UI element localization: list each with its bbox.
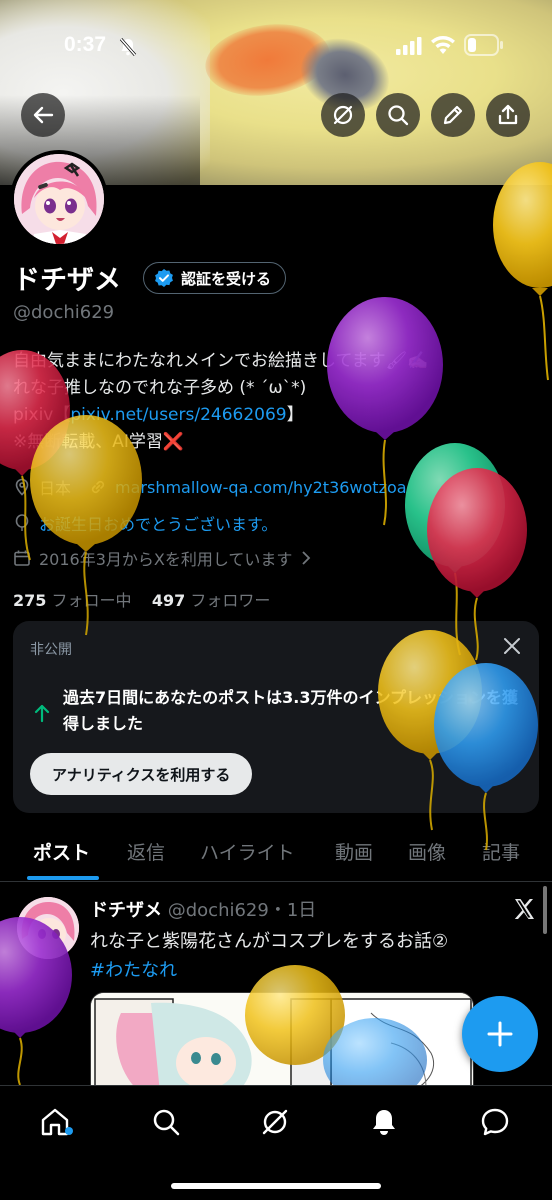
search-icon xyxy=(388,105,409,126)
x-logo-icon xyxy=(512,897,536,925)
tab-replies[interactable]: 返信 xyxy=(127,838,165,865)
back-button[interactable] xyxy=(21,93,65,137)
profile-location: 日本 xyxy=(39,479,72,498)
profile-bio: 自由気ままにわたなれメインでお絵描きしてます🖌✍🏻 れな子推しなのでれな子多め … xyxy=(13,348,552,456)
follow-stats: 275 フォロー中 497 フォロワー xyxy=(13,587,270,611)
nav-messages[interactable] xyxy=(475,1102,515,1142)
plus-icon xyxy=(487,1021,513,1047)
status-bar: 0:37 xyxy=(0,28,552,64)
profile-joined: 2016年3月からXを利用しています xyxy=(39,550,293,569)
battery-icon xyxy=(464,34,504,60)
tab-posts[interactable]: ポスト xyxy=(33,838,90,865)
wifi-icon xyxy=(430,35,456,59)
private-label: 非公開 xyxy=(30,642,72,658)
post-avatar[interactable] xyxy=(17,897,79,959)
followers-link[interactable]: 497 フォロワー xyxy=(152,591,271,610)
following-link[interactable]: 275 フォロー中 xyxy=(13,591,132,610)
post-text: れな子と紫陽花さんがコスプレをするお話② xyxy=(90,931,449,952)
following-label: フォロー中 xyxy=(51,591,132,610)
active-tab-indicator xyxy=(27,876,99,880)
messages-icon xyxy=(481,1108,509,1136)
bio-line-1: 自由気ままにわたなれメインでお絵描きしてます🖌✍🏻 xyxy=(13,351,429,371)
search-icon xyxy=(153,1109,180,1136)
bio-pixiv-prefix: pixiv【 xyxy=(13,405,71,425)
following-count: 275 xyxy=(13,591,47,610)
silent-bell-icon xyxy=(118,37,138,61)
link-icon xyxy=(91,480,105,494)
tab-videos[interactable]: 動画 xyxy=(335,838,373,865)
nav-grok[interactable] xyxy=(255,1102,295,1142)
nav-notifications[interactable] xyxy=(364,1102,404,1142)
profile-name: ドチザメ xyxy=(13,265,121,296)
grok-icon xyxy=(262,1109,288,1135)
nav-home[interactable] xyxy=(35,1102,75,1142)
profile-joined-row[interactable]: 2016年3月からXを利用しています xyxy=(13,546,312,570)
chevron-right-icon xyxy=(302,551,311,565)
bio-pixiv-link[interactable]: pixiv.net/users/24662069 xyxy=(70,405,286,425)
post-hashtag[interactable]: #わたなれ xyxy=(90,956,448,985)
profile-website-link[interactable]: marshmallow-qa.com/hy2t36wotzoa xyxy=(115,478,407,497)
compose-post-button[interactable] xyxy=(462,996,538,1072)
post-header: ドチザメ @dochi629・1日 xyxy=(90,896,316,922)
close-icon xyxy=(504,638,520,654)
home-indicator[interactable] xyxy=(171,1183,381,1189)
share-button[interactable] xyxy=(486,93,530,137)
search-button[interactable] xyxy=(376,93,420,137)
profile-avatar[interactable] xyxy=(10,150,108,248)
cell-signal-icon xyxy=(396,37,422,59)
bio-pixiv-suffix: 】 xyxy=(286,405,304,425)
bio-line-3: pixiv【pixiv.net/users/24662069】 xyxy=(13,402,552,429)
calendar-icon xyxy=(14,550,30,566)
balloon-icon xyxy=(15,514,29,531)
share-icon xyxy=(498,104,518,125)
edit-icon xyxy=(443,105,463,125)
profile-birthday-row: お誕生日おめでとうございます。 xyxy=(13,511,277,535)
profile-tabs: ポスト 返信 ハイライト 動画 画像 記事 xyxy=(0,826,552,882)
notifications-icon xyxy=(373,1110,395,1135)
grok-button[interactable] xyxy=(321,93,365,137)
post-author-name[interactable]: ドチザメ xyxy=(90,900,162,921)
get-verified-label: 認証を受ける xyxy=(181,269,272,288)
followers-count: 497 xyxy=(151,591,186,610)
profile-meta-row: 日本 marshmallow-qa.com/hy2t36wotzoa xyxy=(13,475,407,499)
followers-label: フォロワー xyxy=(190,591,271,610)
back-arrow-icon xyxy=(33,106,54,124)
impressions-message: 過去7日間にあなたのポストは3.3万件のインプレッションを獲得しました xyxy=(63,688,518,733)
bio-line-4: ※無断転載、AI学習❌ xyxy=(13,432,185,452)
tab-media[interactable]: 画像 xyxy=(408,838,446,865)
close-card-button[interactable] xyxy=(503,637,521,659)
private-analytics-card: 非公開 過去7日間にあなたのポストは3.3万件のインプレッションを獲得しました … xyxy=(13,621,539,813)
post-body: れな子と紫陽花さんがコスプレをするお話② #わたなれ xyxy=(90,927,448,985)
verified-badge-icon xyxy=(155,269,173,287)
bio-line-2: れな子推しなのでれな子多め (* ´ω`*) xyxy=(13,378,307,398)
grok-icon xyxy=(333,105,353,125)
tab-articles[interactable]: 記事 xyxy=(482,838,520,865)
nav-search[interactable] xyxy=(146,1102,186,1142)
get-verified-button[interactable]: 認証を受ける xyxy=(143,262,287,294)
profile-handle: @dochi629 xyxy=(13,302,115,323)
scrollbar[interactable] xyxy=(543,886,547,934)
trend-up-arrow-icon xyxy=(33,703,51,727)
post-author-meta: @dochi629・1日 xyxy=(167,900,317,921)
status-time: 0:37 xyxy=(64,33,107,56)
tab-highlights[interactable]: ハイライト xyxy=(200,838,295,865)
edit-profile-button[interactable] xyxy=(431,93,475,137)
location-pin-icon xyxy=(15,478,29,496)
home-notification-dot xyxy=(65,1127,73,1135)
profile-birthday: お誕生日おめでとうございます。 xyxy=(39,515,278,534)
analytics-button[interactable]: アナリティクスを利用する xyxy=(30,753,253,795)
